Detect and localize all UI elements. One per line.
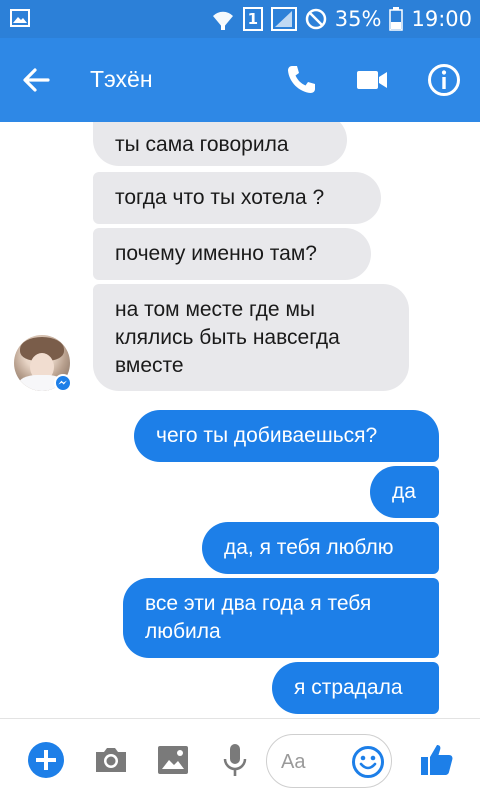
camera-icon[interactable]: [92, 741, 130, 779]
battery-percent: 35%: [334, 7, 382, 31]
video-camera-icon[interactable]: [354, 62, 390, 98]
incoming-message[interactable]: на том месте где мы клялись быть навсегд…: [93, 284, 409, 391]
messenger-badge-icon: [54, 374, 72, 392]
incoming-message[interactable]: тогда что ты хотела ?: [93, 172, 381, 224]
back-arrow-icon[interactable]: [20, 64, 52, 96]
status-bar: 1 35% 19:00: [0, 0, 480, 38]
signal-icon: [270, 7, 297, 31]
clock: 19:00: [411, 7, 472, 31]
do-not-disturb-icon: [305, 8, 327, 30]
incoming-message[interactable]: почему именно там?: [93, 228, 371, 280]
message-input[interactable]: [281, 747, 351, 777]
outgoing-message[interactable]: да, я тебя люблю: [202, 522, 439, 574]
image-icon: [10, 9, 30, 27]
wifi-icon: [212, 11, 233, 30]
contact-name[interactable]: Тэхён: [90, 66, 153, 93]
outgoing-message[interactable]: чего ты добиваешься?: [134, 410, 439, 462]
composer-bar: [0, 718, 480, 800]
microphone-icon[interactable]: [216, 741, 254, 779]
emoji-icon[interactable]: [351, 745, 385, 779]
outgoing-message[interactable]: да: [370, 466, 439, 518]
message-input-box[interactable]: [266, 734, 392, 788]
outgoing-message[interactable]: все эти два года я тебя любила: [123, 578, 439, 658]
battery-icon: [389, 7, 404, 31]
sim-icon: 1: [242, 7, 263, 31]
chat-header: Тэхён: [0, 38, 480, 122]
info-icon[interactable]: [426, 62, 462, 98]
phone-icon[interactable]: [283, 62, 319, 98]
plus-icon[interactable]: [27, 741, 65, 779]
message-list[interactable]: ты сама говорила тогда что ты хотела ? п…: [0, 122, 480, 718]
outgoing-message[interactable]: я страдала: [272, 662, 439, 714]
gallery-icon[interactable]: [154, 741, 192, 779]
thumbs-up-icon[interactable]: [418, 741, 456, 779]
incoming-message[interactable]: ты сама говорила: [93, 122, 347, 166]
